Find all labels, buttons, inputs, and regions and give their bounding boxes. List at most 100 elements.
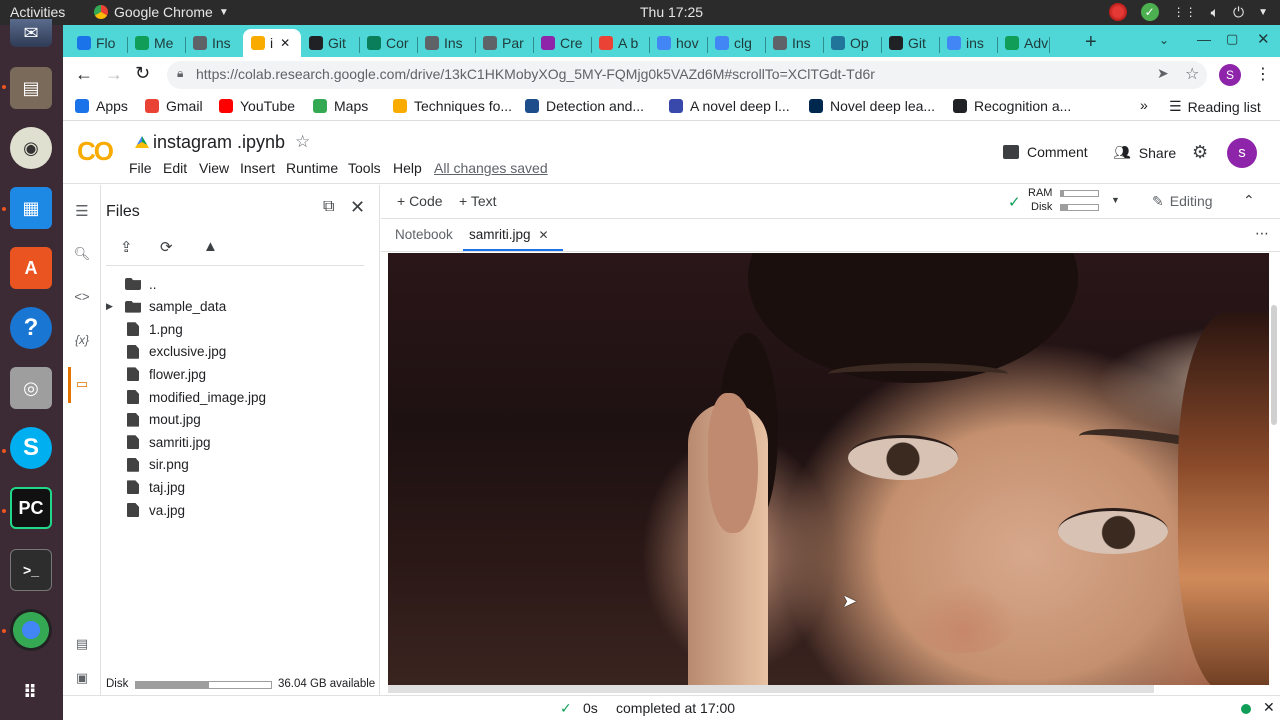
bookmark-item[interactable]: A novel deep l... (669, 98, 790, 114)
browser-tab[interactable]: Cor (359, 29, 417, 57)
pycharm-icon[interactable]: PC (10, 487, 52, 529)
volume-icon[interactable]: 🔈︎ (1211, 4, 1219, 21)
variables-icon[interactable]: {x} (73, 331, 91, 349)
bookmark-item[interactable]: Detection and... (525, 98, 644, 114)
browser-tab[interactable]: Adv (997, 29, 1049, 57)
comment-button[interactable]: Comment (1003, 144, 1088, 160)
terminal-icon[interactable]: >_ (10, 549, 52, 591)
reading-list[interactable]: ☰ Reading list (1169, 98, 1261, 115)
save-status[interactable]: All changes saved (434, 160, 548, 176)
upload-icon[interactable]: ⇪ (120, 238, 133, 256)
file-row[interactable]: modified_image.jpg (125, 386, 266, 408)
terminal-icon[interactable]: ▣ (73, 669, 91, 687)
menu-view[interactable]: View (199, 160, 229, 176)
parent-dir-row[interactable]: .. (125, 273, 157, 295)
collapse-header-icon[interactable]: ⌃ (1243, 192, 1255, 209)
close-status-icon[interactable]: ✕ (1263, 699, 1275, 716)
folder-row[interactable]: ▶ sample_data (106, 296, 226, 318)
star-icon[interactable]: ☆ (295, 132, 310, 152)
file-row[interactable]: flower.jpg (125, 363, 206, 385)
editing-mode[interactable]: ✎ Editing (1152, 193, 1213, 210)
browser-tab[interactable]: Git (301, 29, 359, 57)
browser-tab[interactable]: ins (939, 29, 997, 57)
share-button[interactable]: 👥︎ Share (1113, 144, 1176, 161)
browser-tab[interactable]: Op (823, 29, 881, 57)
command-palette-icon[interactable]: ▤ (73, 635, 91, 653)
browser-tab[interactable]: hov (649, 29, 707, 57)
viewer-tab[interactable]: Notebook (395, 227, 453, 242)
mount-drive-icon[interactable]: ▲ (203, 238, 218, 255)
more-options-icon[interactable]: ⋯ (1255, 225, 1269, 242)
camera-icon[interactable]: ◎ (10, 367, 52, 409)
clock[interactable]: Thu 17:25 (640, 4, 703, 20)
add-code-button[interactable]: + Code (397, 193, 443, 209)
browser-tab[interactable]: clg (707, 29, 765, 57)
help-icon[interactable]: ? (10, 307, 52, 349)
bookmark-item[interactable]: Gmail (145, 98, 203, 114)
browser-tab[interactable]: i ✕ (243, 29, 301, 57)
search-icon[interactable]: 🔍︎ (73, 245, 91, 263)
close-tab-icon[interactable]: ✕ (280, 36, 290, 50)
chrome-menu-icon[interactable]: ⋮ (1255, 64, 1271, 84)
menu-tools[interactable]: Tools (348, 160, 381, 176)
bookmark-item[interactable]: Maps (313, 98, 368, 114)
menu-file[interactable]: File (129, 160, 152, 176)
browser-tab[interactable]: Par (475, 29, 533, 57)
expand-caret-icon[interactable]: ▶ (106, 301, 113, 312)
address-bar[interactable]: 🔒︎ https://colab.research.google.com/dri… (167, 61, 1207, 89)
maximize-icon[interactable]: ▢ (1226, 31, 1238, 47)
software-center-icon[interactable]: A (10, 247, 52, 289)
chrome-dock-icon[interactable] (10, 609, 52, 651)
bookmark-star-icon[interactable]: ☆ (1185, 64, 1199, 84)
back-icon[interactable]: ← (75, 64, 93, 85)
bookmark-item[interactable]: YouTube (219, 98, 295, 114)
resources-dropdown-icon[interactable]: ▼ (1111, 195, 1120, 205)
close-tab-icon[interactable]: ✕ (539, 228, 549, 242)
add-text-button[interactable]: + Text (459, 193, 497, 209)
browser-tab[interactable]: Flo (69, 29, 127, 57)
show-apps-icon[interactable]: ⠿ (10, 671, 52, 713)
code-snippets-icon[interactable]: <> (73, 288, 91, 306)
bookmark-item[interactable]: Apps (75, 98, 128, 114)
reload-icon[interactable]: ↻ (135, 63, 150, 84)
open-in-tab-icon[interactable]: ⧉ (323, 198, 334, 216)
profile-avatar[interactable]: S (1219, 64, 1241, 86)
check-icon[interactable]: ✓ (1140, 3, 1159, 21)
browser-tab[interactable]: A b (591, 29, 649, 57)
menu-help[interactable]: Help (393, 160, 422, 176)
menu-edit[interactable]: Edit (163, 160, 187, 176)
horizontal-scrollbar[interactable] (388, 685, 1154, 693)
forward-icon[interactable]: → (105, 64, 123, 85)
network-icon[interactable]: ⋮⋮ (1173, 5, 1197, 19)
menu-runtime[interactable]: Runtime (286, 160, 338, 176)
file-row[interactable]: sir.png (125, 454, 189, 476)
user-avatar[interactable]: s (1227, 138, 1257, 168)
browser-tab[interactable]: Ins (185, 29, 243, 57)
browser-tab[interactable]: Me (127, 29, 185, 57)
vertical-scrollbar[interactable] (1271, 305, 1277, 425)
colab-logo[interactable]: CO (77, 136, 114, 167)
viewer-tab[interactable]: samriti.jpg ✕ (469, 227, 549, 242)
file-row[interactable]: exclusive.jpg (125, 341, 226, 363)
file-row[interactable]: mout.jpg (125, 409, 201, 431)
rhythmbox-icon[interactable]: ◉ (10, 127, 52, 169)
files-folder-icon[interactable]: ▭ (73, 375, 91, 393)
chevron-down-icon[interactable]: ▼ (1258, 7, 1268, 18)
browser-tab[interactable]: Ins (417, 29, 475, 57)
thunderbird-icon[interactable]: ✉ (10, 19, 52, 47)
browser-tab[interactable]: Cre (533, 29, 591, 57)
menu-insert[interactable]: Insert (240, 160, 275, 176)
refresh-folder-icon[interactable]: ⟳ (160, 238, 173, 256)
files-icon[interactable]: ▤ (10, 67, 52, 109)
file-row[interactable]: samriti.jpg (125, 431, 211, 453)
file-row[interactable]: 1.png (125, 318, 183, 340)
browser-tab[interactable]: Ins (765, 29, 823, 57)
close-panel-icon[interactable]: ✕ (350, 197, 365, 218)
new-tab-button[interactable]: + (1085, 31, 1097, 54)
file-row[interactable]: va.jpg (125, 499, 185, 521)
table-of-contents-icon[interactable]: ☰ (73, 203, 91, 221)
app-menu[interactable]: Google Chrome ▼ (94, 4, 229, 20)
minimize-icon[interactable]: — (1197, 31, 1211, 47)
activities-button[interactable]: Activities (10, 4, 65, 20)
bookmark-item[interactable]: Techniques fo... (393, 98, 512, 114)
